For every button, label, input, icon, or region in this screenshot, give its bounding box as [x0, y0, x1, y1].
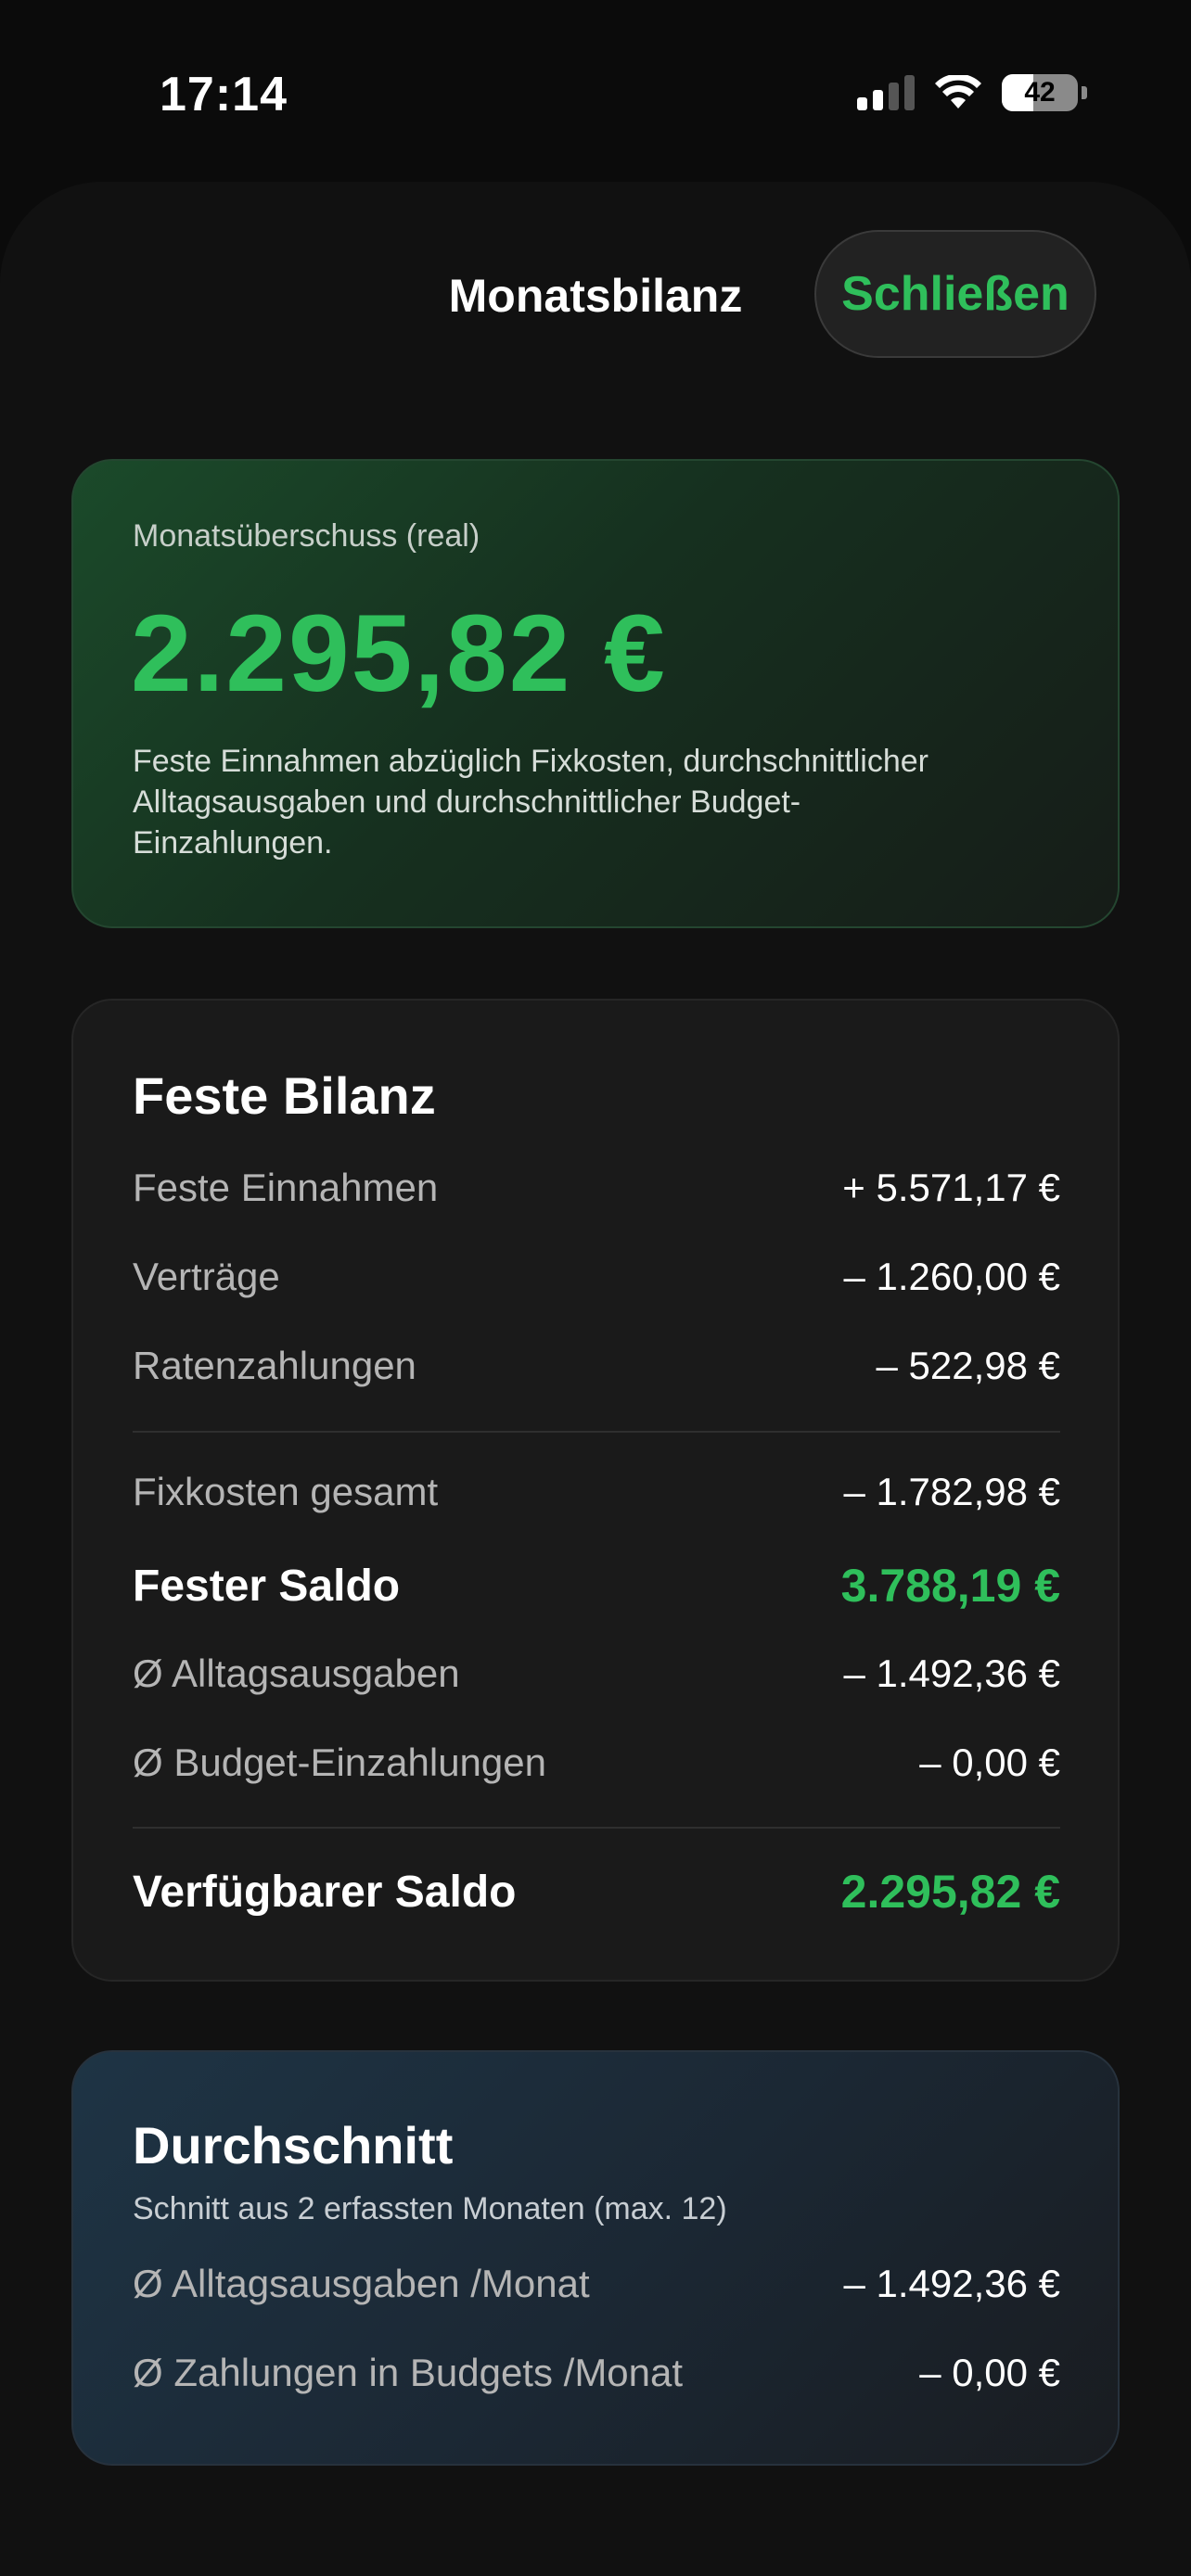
row-value: – 1.492,36 €	[843, 2262, 1060, 2305]
row-contracts: Verträge – 1.260,00 €	[133, 1255, 1060, 1299]
row-installments: Ratenzahlungen – 522,98 €	[133, 1344, 1060, 1388]
row-label: Ø Alltagsausgaben	[133, 1651, 460, 1695]
row-avg-budget-deposits: Ø Budget-Einzahlungen – 0,00 €	[133, 1741, 1060, 1785]
row-value: – 1.782,98 €	[843, 1470, 1060, 1513]
row-value: – 1.260,00 €	[843, 1255, 1060, 1298]
row-value: – 0,00 €	[919, 2351, 1060, 2394]
surplus-description: Feste Einnahmen abzüglich Fixkosten, dur…	[133, 744, 928, 861]
row-available-saldo: Verfügbarer Saldo 2.295,82 €	[133, 1865, 1060, 1919]
row-label: Ø Alltagsausgaben /Monat	[133, 2262, 590, 2305]
row-avg-budget-per-month: Ø Zahlungen in Budgets /Monat – 0,00 €	[133, 2351, 1060, 2395]
row-label: Ø Zahlungen in Budgets /Monat	[133, 2351, 684, 2394]
wifi-icon	[935, 75, 981, 108]
row-value: – 522,98 €	[876, 1344, 1060, 1387]
fixed-balance-heading: Feste Bilanz	[133, 1066, 436, 1125]
close-button[interactable]: Schließen	[814, 230, 1096, 358]
row-label: Fester Saldo	[133, 1561, 401, 1611]
row-avg-daily-expenses: Ø Alltagsausgaben – 1.492,36 €	[133, 1651, 1060, 1696]
row-label: Fixkosten gesamt	[133, 1470, 439, 1513]
row-value: 3.788,19 €	[840, 1560, 1060, 1612]
surplus-label: Monatsüberschuss (real)	[133, 518, 480, 554]
row-value: + 5.571,17 €	[842, 1166, 1060, 1209]
row-label: Feste Einnahmen	[133, 1166, 439, 1209]
average-heading: Durchschnitt	[133, 2116, 454, 2174]
divider	[133, 1827, 1060, 1829]
battery-tip	[1082, 86, 1087, 99]
average-card: Durchschnitt Schnitt aus 2 erfassten Mon…	[71, 2050, 1120, 2466]
row-label: Ø Budget-Einzahlungen	[133, 1741, 546, 1784]
fixed-balance-card: Feste Bilanz Feste Einnahmen + 5.571,17 …	[71, 999, 1120, 1982]
row-fixed-income: Feste Einnahmen + 5.571,17 €	[133, 1166, 1060, 1210]
average-subtitle: Schnitt aus 2 erfassten Monaten (max. 12…	[133, 2191, 727, 2226]
row-value: – 0,00 €	[919, 1741, 1060, 1784]
row-label: Ratenzahlungen	[133, 1344, 416, 1387]
status-icons: 42	[857, 74, 1087, 111]
row-fixed-costs-total: Fixkosten gesamt – 1.782,98 €	[133, 1470, 1060, 1514]
row-fixed-saldo: Fester Saldo 3.788,19 €	[133, 1559, 1060, 1613]
surplus-card: Monatsüberschuss (real) 2.295,82 € Feste…	[71, 459, 1120, 928]
battery-level: 42	[1024, 77, 1056, 108]
battery-icon: 42	[1002, 74, 1078, 111]
row-avg-daily-per-month: Ø Alltagsausgaben /Monat – 1.492,36 €	[133, 2262, 1060, 2306]
row-label: Verfügbarer Saldo	[133, 1867, 517, 1917]
status-bar: 17:14 42	[0, 0, 1191, 176]
row-value: 2.295,82 €	[840, 1866, 1060, 1918]
row-label: Verträge	[133, 1255, 280, 1298]
surplus-value: 2.295,82 €	[131, 593, 667, 715]
cellular-signal-icon	[857, 75, 915, 110]
status-time: 17:14	[160, 68, 288, 121]
row-value: – 1.492,36 €	[843, 1651, 1060, 1695]
divider	[133, 1431, 1060, 1433]
